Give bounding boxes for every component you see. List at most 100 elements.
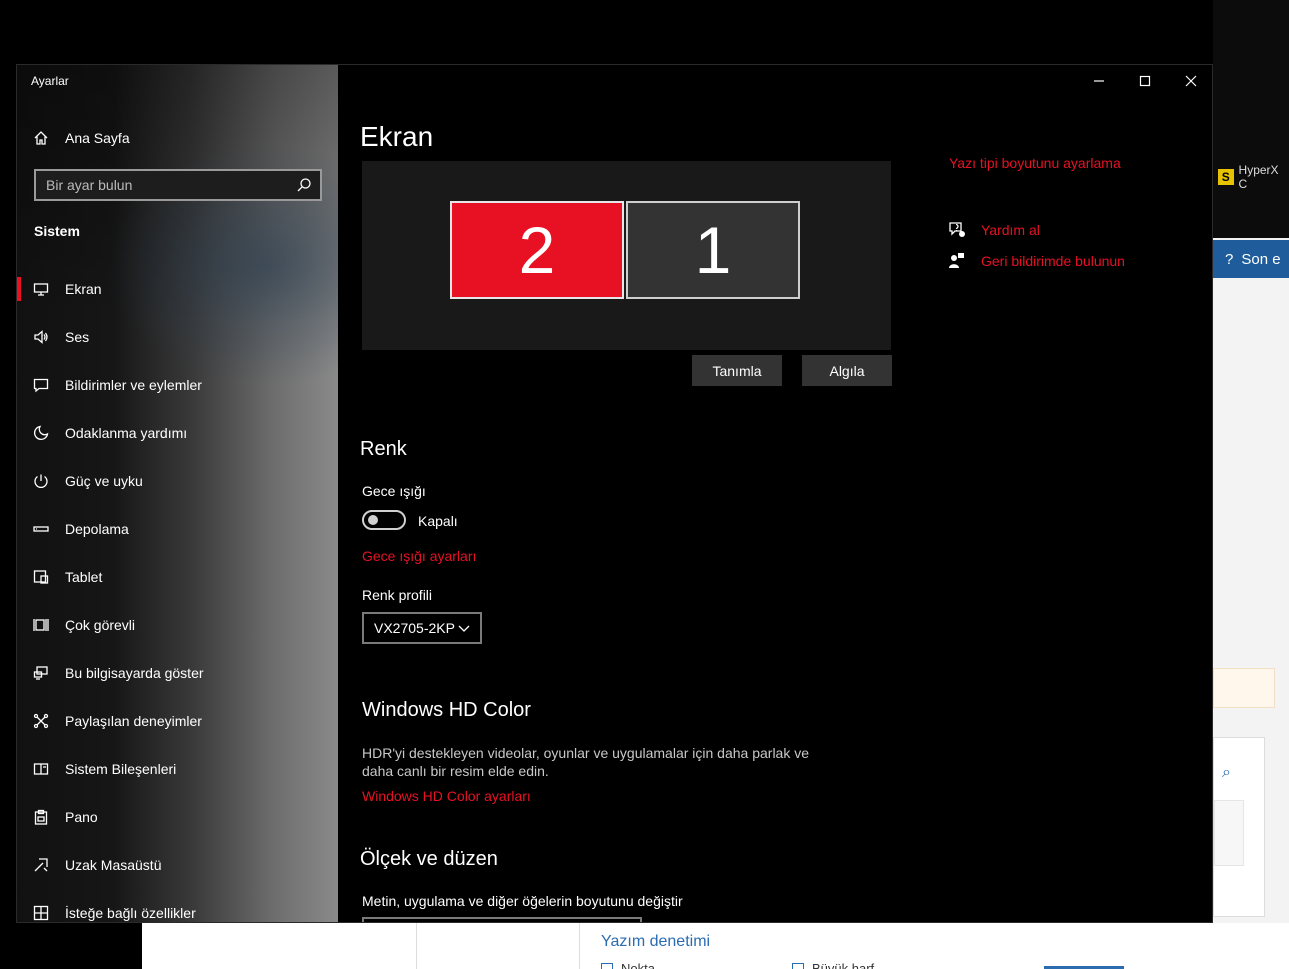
sidebar-item-bu-bilgisayarda-goster[interactable]: Bu bilgisayarda göster	[17, 649, 338, 697]
background-bottom-window: Yazım denetimi Nokta Büyük harf	[142, 923, 1289, 969]
page-title: Ekran	[360, 121, 434, 152]
maximize-button[interactable]	[1122, 65, 1168, 97]
sidebar-item-label: Bu bilgisayarda göster	[65, 665, 204, 681]
settings-window: Ayarlar Ana Sayfa Bir ayar bulun Sistem …	[16, 64, 1213, 923]
sidebar-item-label: Güç ve uyku	[65, 473, 143, 489]
shared-icon	[33, 713, 49, 729]
search-icon[interactable]	[296, 177, 312, 193]
question-circle-icon: ?	[1225, 250, 1234, 268]
night-light-state: Kapalı	[418, 513, 458, 529]
moon-icon	[33, 425, 49, 441]
background-card-inner	[1214, 800, 1244, 866]
monitor-1[interactable]: 1	[626, 201, 800, 299]
sidebar-item-label: Pano	[65, 809, 98, 825]
sidebar-item-cok-gorevli[interactable]: Çok görevli	[17, 601, 338, 649]
sidebar-nav: Ekran Ses Bildirimler ve eylemler Odakla…	[17, 265, 338, 922]
tablet-icon	[33, 569, 49, 585]
sidebar-item-label: Odaklanma yardımı	[65, 425, 188, 441]
sidebar-item-pano[interactable]: Pano	[17, 793, 338, 841]
checkbox-buyuk-harf[interactable]: Büyük harf	[792, 961, 874, 969]
sidebar-item-ses[interactable]: Ses	[17, 313, 338, 361]
notification-icon	[33, 377, 49, 393]
content-pane: Ekran 2 1 Tanımla Algıla Renk Gece ışığı…	[338, 65, 1212, 922]
night-light-settings-link[interactable]: Gece ışığı ayarları	[362, 548, 476, 564]
background-son-button[interactable]: ? Son e	[1213, 240, 1289, 278]
night-light-toggle[interactable]	[362, 510, 406, 530]
hyperx-badge-icon: S	[1218, 169, 1234, 185]
identify-button[interactable]: Tanımla	[692, 355, 782, 386]
monitor-2[interactable]: 2	[450, 201, 624, 299]
app-title: Ayarlar	[31, 74, 69, 88]
sidebar-item-label: Ekran	[65, 281, 102, 297]
sidebar-item-paylasilan[interactable]: Paylaşılan deneyimler	[17, 697, 338, 745]
monitor-icon	[33, 281, 49, 297]
sidebar-item-guc[interactable]: Güç ve uyku	[17, 457, 338, 505]
maximize-icon	[1139, 75, 1151, 87]
sidebar-item-label: Bildirimler ve eylemler	[65, 377, 202, 393]
sidebar-item-label: Sistem Bileşenleri	[65, 761, 177, 777]
hd-color-settings-link[interactable]: Windows HD Color ayarları	[362, 788, 531, 804]
background-hyperx-tab: S HyperX C	[1218, 163, 1289, 191]
color-heading: Renk	[360, 438, 407, 460]
sidebar-item-label: Paylaşılan deneyimler	[65, 713, 202, 729]
divider	[416, 923, 417, 969]
sidebar-item-uzak-masaustu[interactable]: Uzak Masaüstü	[17, 841, 338, 889]
checkbox-box	[601, 962, 613, 969]
color-profile-label: Renk profili	[362, 587, 433, 603]
feedback-link-label: Geri bildirimde bulunun	[981, 252, 1125, 269]
night-light-label: Gece ışığı	[362, 483, 426, 499]
home-icon	[33, 130, 49, 146]
spellcheck-title: Yazım denetimi	[601, 933, 711, 950]
sidebar-item-sistem-bilesenleri[interactable]: Sistem Bileşenleri	[17, 745, 338, 793]
minimize-button[interactable]	[1076, 65, 1122, 97]
titlebar-controls	[1076, 65, 1212, 97]
background-card: ⌕	[1213, 737, 1265, 917]
clipboard-icon	[33, 809, 49, 825]
minimize-icon	[1094, 80, 1104, 82]
project-icon	[33, 665, 49, 681]
optional-features-icon	[33, 905, 49, 921]
section-label: Sistem	[34, 223, 80, 239]
sidebar-item-ekran[interactable]: Ekran	[17, 265, 338, 313]
font-size-link[interactable]: Yazı tipi boyutunu ayarlama	[949, 155, 1121, 171]
sidebar-item-depolama[interactable]: Depolama	[17, 505, 338, 553]
sidebar: Ayarlar Ana Sayfa Bir ayar bulun Sistem …	[17, 65, 338, 922]
chevron-down-icon	[456, 620, 472, 636]
multitask-icon	[33, 617, 49, 633]
sidebar-item-odaklanma[interactable]: Odaklanma yardımı	[17, 409, 338, 457]
sidebar-item-label: Çok görevli	[65, 617, 136, 633]
home-label: Ana Sayfa	[65, 130, 130, 146]
feedback-link[interactable]: Geri bildirimde bulunun	[948, 252, 1125, 269]
divider	[579, 923, 580, 969]
power-icon	[33, 473, 49, 489]
hyperx-label: HyperX C	[1238, 163, 1279, 191]
color-profile-value: VX2705-2KP	[374, 620, 455, 636]
sidebar-item-label: Depolama	[65, 521, 129, 537]
speaker-icon	[33, 329, 49, 345]
help-link-label: Yardım al	[981, 221, 1040, 238]
search-input[interactable]: Bir ayar bulun	[34, 169, 322, 201]
help-chat-icon	[949, 222, 965, 237]
color-profile-select[interactable]: VX2705-2KP	[362, 612, 482, 644]
checkbox-nokta[interactable]: Nokta	[601, 961, 655, 969]
close-button[interactable]	[1168, 65, 1212, 97]
sidebar-item-istege-bagli[interactable]: İsteğe bağlı özellikler	[17, 889, 338, 922]
son-button-label: Son e	[1241, 250, 1281, 268]
checkbox-label: Büyük harf	[812, 961, 875, 969]
home-nav-item[interactable]: Ana Sayfa	[17, 123, 338, 153]
sidebar-item-bildirimler[interactable]: Bildirimler ve eylemler	[17, 361, 338, 409]
search-placeholder: Bir ayar bulun	[46, 177, 133, 193]
monitor-arrangement[interactable]: 2 1	[362, 161, 891, 350]
help-link[interactable]: Yardım al	[948, 221, 1040, 238]
hd-color-heading: Windows HD Color	[362, 699, 531, 721]
scale-heading: Ölçek ve düzen	[360, 848, 498, 870]
sidebar-item-label: Tablet	[65, 569, 103, 585]
scale-select[interactable]	[362, 917, 642, 922]
checkbox-label: Nokta	[621, 961, 655, 969]
zoom-icon[interactable]: ⌕	[1222, 764, 1231, 782]
sidebar-item-tablet[interactable]: Tablet	[17, 553, 338, 601]
scale-label: Metin, uygulama ve diğer öğelerin boyutu…	[362, 893, 683, 909]
hd-color-description: HDR'yi destekleyen videolar, oyunlar ve …	[362, 745, 810, 779]
detect-button[interactable]: Algıla	[802, 355, 892, 386]
storage-icon	[33, 521, 49, 537]
